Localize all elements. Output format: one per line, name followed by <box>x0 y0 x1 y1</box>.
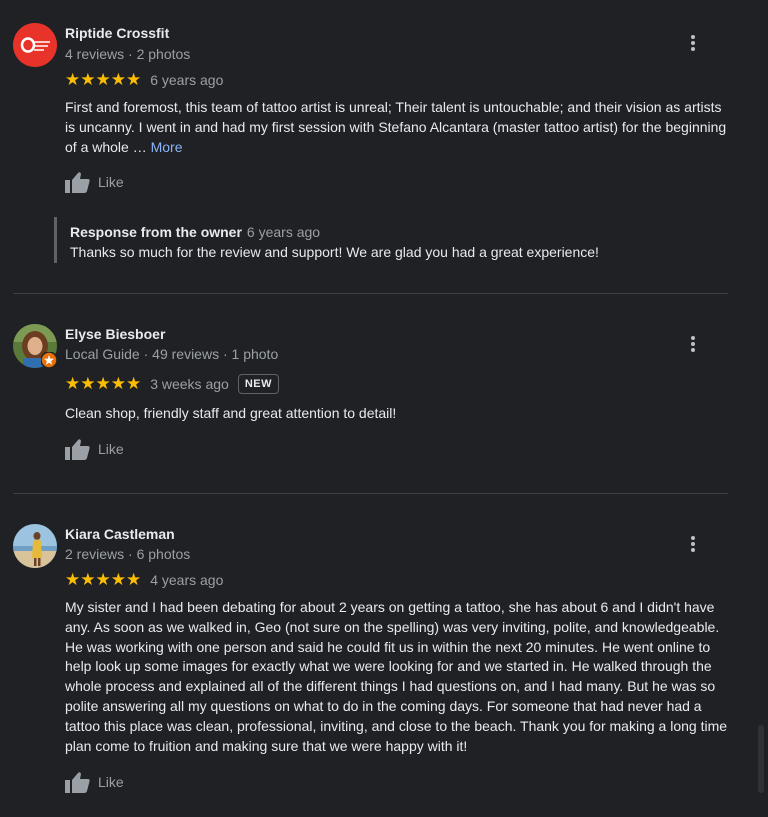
reviewer-name[interactable]: Riptide Crossfit <box>65 25 169 41</box>
owner-response-title: Response from the owner <box>70 224 242 240</box>
like-button[interactable]: Like <box>65 771 124 793</box>
divider <box>13 493 728 494</box>
rating-row: ★★★★★ 4 years ago <box>65 570 223 590</box>
reviewer-avatar[interactable] <box>13 23 57 67</box>
like-label: Like <box>98 174 124 190</box>
owner-response-date: 6 years ago <box>246 224 321 240</box>
riptide-logo-icon <box>13 23 57 67</box>
reviewer-name[interactable]: Elyse Biesboer <box>65 326 165 342</box>
thumbs-up-icon <box>65 172 90 193</box>
more-vert-icon <box>691 35 695 39</box>
review-date: 3 weeks ago <box>150 376 229 392</box>
review-text: Clean shop, friendly staff and great att… <box>65 405 397 421</box>
scrollbar[interactable] <box>758 725 764 793</box>
reviewer-meta[interactable]: Local Guide · 49 reviews · 1 photo <box>65 346 278 362</box>
owner-response: Response from the owner 6 years ago Thank… <box>54 217 740 263</box>
review-date: 6 years ago <box>150 72 224 88</box>
reviewer-name[interactable]: Kiara Castleman <box>65 526 175 542</box>
rating-row: ★★★★★ 6 years ago <box>65 70 223 90</box>
like-button[interactable]: Like <box>65 438 124 460</box>
reviewer-avatar[interactable] <box>13 524 57 568</box>
like-label: Like <box>98 441 124 457</box>
star-rating: ★★★★★ <box>65 570 142 589</box>
like-label: Like <box>98 774 124 790</box>
review-date: 4 years ago <box>150 572 224 588</box>
reviewer-meta[interactable]: 2 reviews · 6 photos <box>65 546 190 562</box>
owner-response-text: Thanks so much for the review and suppor… <box>70 244 599 260</box>
thumbs-up-icon <box>65 439 90 460</box>
new-badge: NEW <box>237 374 279 394</box>
more-options-button[interactable] <box>684 34 702 52</box>
review-text: My sister and I had been debating for ab… <box>65 599 728 754</box>
more-vert-icon <box>691 336 695 340</box>
reviewer-avatar[interactable] <box>13 324 57 368</box>
avatar-photo <box>13 524 57 568</box>
thumbs-up-icon <box>65 772 90 793</box>
rating-row: ★★★★★ 3 weeks ago NEW <box>65 372 279 396</box>
star-rating: ★★★★★ <box>65 374 142 393</box>
review-text: First and foremost, this team of tattoo … <box>65 98 735 157</box>
more-vert-icon <box>691 536 695 540</box>
reviewer-meta[interactable]: 4 reviews · 2 photos <box>65 46 190 62</box>
divider <box>13 293 728 294</box>
more-options-button[interactable] <box>684 535 702 553</box>
more-link[interactable]: More <box>151 139 183 155</box>
like-button[interactable]: Like <box>65 171 124 193</box>
local-guide-star-icon <box>41 352 57 368</box>
star-rating: ★★★★★ <box>65 70 142 89</box>
more-options-button[interactable] <box>684 335 702 353</box>
